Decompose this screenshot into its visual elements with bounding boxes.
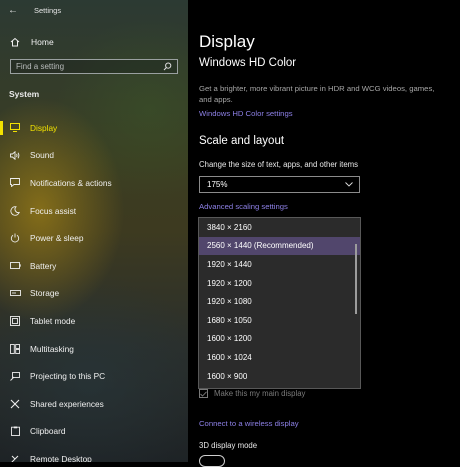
sidebar: ← Settings Home System Display Sound (0, 0, 188, 462)
sidebar-item-label: Shared experiences (30, 398, 104, 409)
sidebar-item-clipboard[interactable]: Clipboard (0, 418, 188, 446)
sidebar-item-label: Notifications & actions (30, 177, 112, 188)
sidebar-item-sound[interactable]: Sound (0, 142, 188, 170)
threed-mode-heading: 3D display mode (199, 441, 258, 450)
hdr-settings-link[interactable]: Windows HD Color settings (199, 109, 293, 118)
sidebar-item-label: Power & sleep (30, 233, 84, 244)
sidebar-item-label: Clipboard (30, 426, 66, 437)
sidebar-item-remote-desktop[interactable]: Remote Desktop (0, 445, 188, 462)
resolution-option[interactable]: 3840 × 2160 (199, 218, 360, 237)
main-display-checkbox-row[interactable]: Make this my main display (199, 389, 305, 398)
notification-icon (8, 178, 22, 188)
sidebar-item-projecting[interactable]: Projecting to this PC (0, 362, 188, 390)
page-title: Display (199, 32, 255, 51)
moon-icon (8, 205, 22, 216)
resolution-dropdown-list[interactable]: 3840 × 2160 2560 × 1440 (Recommended) 19… (198, 217, 361, 389)
section-heading: System (9, 89, 40, 99)
resolution-option[interactable]: 1600 × 1024 (199, 348, 360, 367)
sidebar-item-label: Display (30, 122, 58, 133)
search-icon[interactable] (163, 62, 172, 71)
resolution-option[interactable]: 1600 × 1200 (199, 330, 360, 349)
sidebar-item-label: Storage (30, 288, 60, 299)
remote-icon (8, 454, 22, 462)
nav-home-label: Home (31, 37, 54, 47)
nav-list: Display Sound Notifications & actions Fo… (0, 114, 188, 462)
search-box[interactable] (10, 59, 178, 74)
storage-icon (8, 290, 22, 297)
sidebar-item-storage[interactable]: Storage (0, 280, 188, 308)
projector-icon (8, 371, 22, 381)
sidebar-item-display[interactable]: Display (0, 114, 188, 142)
sidebar-item-label: Projecting to this PC (30, 371, 106, 382)
resolution-option[interactable]: 1920 × 1440 (199, 255, 360, 274)
resolution-option[interactable]: 1600 × 900 (199, 367, 360, 386)
sidebar-item-shared-experiences[interactable]: Shared experiences (0, 390, 188, 418)
sidebar-item-label: Multitasking (30, 343, 74, 354)
main-display-checkbox[interactable] (199, 389, 208, 398)
sidebar-item-label: Sound (30, 150, 54, 161)
scale-value: 175% (207, 180, 228, 189)
search-input[interactable] (16, 62, 156, 71)
resolution-option[interactable]: 1920 × 1080 (199, 292, 360, 311)
resolution-option-selected[interactable]: 2560 × 1440 (Recommended) (199, 236, 360, 256)
main-display-label: Make this my main display (214, 389, 306, 398)
power-icon (8, 233, 22, 243)
sidebar-item-notifications[interactable]: Notifications & actions (0, 169, 188, 197)
sidebar-item-label: Remote Desktop (30, 453, 92, 462)
shared-icon (8, 399, 22, 409)
threed-mode-toggle[interactable] (199, 455, 225, 467)
sidebar-item-label: Tablet mode (30, 315, 76, 326)
monitor-icon (8, 123, 22, 133)
sidebar-item-label: Focus assist (30, 205, 77, 216)
dropdown-scrollbar[interactable] (355, 244, 357, 314)
sidebar-item-battery[interactable]: Battery (0, 252, 188, 280)
speaker-icon (8, 150, 22, 160)
title-bar: ← Settings (8, 3, 61, 17)
chevron-down-icon (345, 181, 353, 189)
sidebar-item-focus-assist[interactable]: Focus assist (0, 197, 188, 225)
window-title: Settings (34, 5, 62, 15)
sidebar-item-tablet-mode[interactable]: Tablet mode (0, 307, 188, 335)
sidebar-item-power-sleep[interactable]: Power & sleep (0, 224, 188, 252)
home-icon (8, 37, 22, 47)
resolution-option[interactable]: 1680 × 1050 (199, 311, 360, 330)
clipboard-icon (8, 426, 22, 437)
back-arrow-icon[interactable]: ← (8, 5, 22, 16)
battery-icon (8, 262, 22, 270)
nav-home[interactable]: Home (0, 35, 188, 49)
wireless-display-link[interactable]: Connect to a wireless display (199, 419, 299, 428)
advanced-scaling-link[interactable]: Advanced scaling settings (199, 202, 288, 211)
hdr-heading: Windows HD Color (199, 57, 297, 69)
resolution-option[interactable]: 1920 × 1200 (199, 274, 360, 293)
scale-heading: Scale and layout (199, 135, 285, 147)
scale-label: Change the size of text, apps, and other… (199, 160, 359, 169)
multitasking-icon (8, 343, 22, 354)
hdr-description: Get a brighter, more vibrant picture in … (199, 84, 435, 104)
tablet-icon (8, 316, 22, 326)
sidebar-item-label: Battery (30, 260, 57, 271)
scale-dropdown[interactable]: 175% (199, 176, 360, 193)
main-content: Display Windows HD Color Get a brighter,… (188, 0, 460, 467)
sidebar-item-multitasking[interactable]: Multitasking (0, 335, 188, 363)
